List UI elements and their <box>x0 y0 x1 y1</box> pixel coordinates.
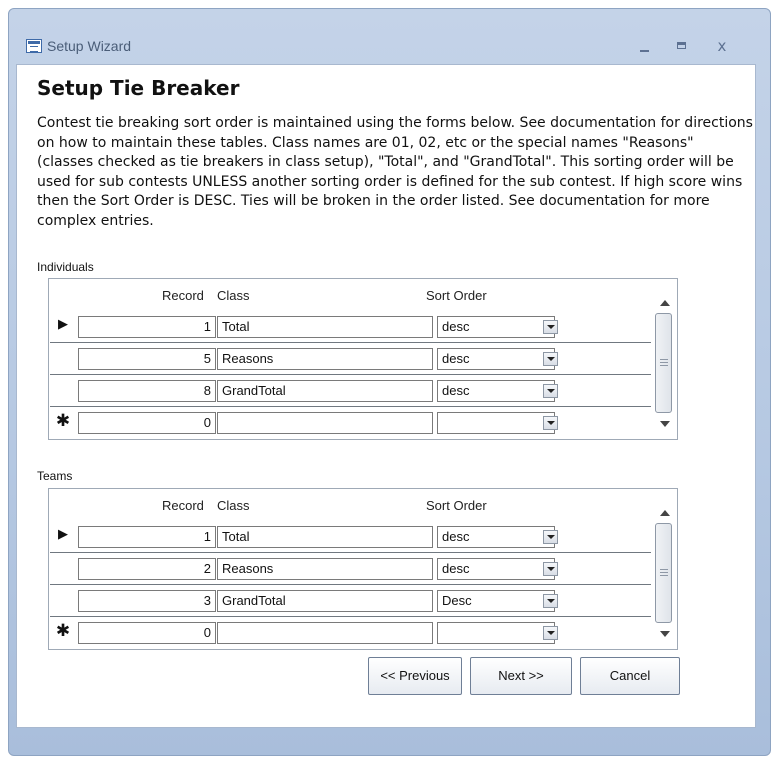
scroll-thumb[interactable] <box>655 313 672 413</box>
scroll-down-arrow-icon[interactable] <box>660 421 670 427</box>
class-field[interactable]: GrandTotal <box>217 380 433 402</box>
class-field[interactable]: Reasons <box>217 348 433 370</box>
individuals-grid: Record Class Sort Order ▶ 1 Total desc 5… <box>48 278 678 440</box>
record-field[interactable]: 2 <box>78 558 216 580</box>
teams-label: Teams <box>37 469 73 483</box>
record-field[interactable]: 1 <box>78 526 216 548</box>
dropdown-arrow-icon[interactable] <box>543 530 558 544</box>
instructions-text: Contest tie breaking sort order is maint… <box>37 115 753 229</box>
cancel-button[interactable]: Cancel <box>580 657 680 695</box>
class-field[interactable]: Total <box>217 526 433 548</box>
class-column-header: Class <box>217 498 250 513</box>
close-button[interactable]: x <box>710 36 734 56</box>
record-selector[interactable] <box>50 375 76 407</box>
sort-order-combo[interactable]: desc <box>437 380 555 402</box>
sort-order-combo[interactable]: desc <box>437 558 555 580</box>
table-row[interactable]: 2 Reasons desc <box>50 553 651 585</box>
new-record-asterisk-icon[interactable]: ✱ <box>50 617 76 649</box>
record-field[interactable]: 3 <box>78 590 216 612</box>
scroll-up-arrow-icon[interactable] <box>660 300 670 306</box>
record-field[interactable]: 0 <box>78 412 216 434</box>
teams-scrollbar[interactable] <box>652 489 678 649</box>
sort-order-combo[interactable] <box>437 412 555 434</box>
dropdown-arrow-icon[interactable] <box>543 626 558 640</box>
record-selector[interactable] <box>50 585 76 617</box>
table-row[interactable]: 5 Reasons desc <box>50 343 651 375</box>
scroll-up-arrow-icon[interactable] <box>660 510 670 516</box>
table-row[interactable]: 3 GrandTotal Desc <box>50 585 651 617</box>
dropdown-arrow-icon[interactable] <box>543 416 558 430</box>
form-icon <box>26 39 42 53</box>
dropdown-arrow-icon[interactable] <box>543 384 558 398</box>
dropdown-arrow-icon[interactable] <box>543 320 558 334</box>
sort-order-combo[interactable]: desc <box>437 348 555 370</box>
minimize-button[interactable] <box>633 36 657 56</box>
table-row[interactable]: ▶ 1 Total desc <box>50 521 651 553</box>
maximize-button[interactable] <box>670 36 694 56</box>
page-heading: Setup Tie Breaker <box>37 76 240 100</box>
class-field[interactable]: Reasons <box>217 558 433 580</box>
current-record-selector-icon[interactable]: ▶ <box>50 311 76 343</box>
record-selector[interactable] <box>50 553 76 585</box>
new-record-row[interactable]: ✱ 0 <box>50 617 651 649</box>
sort-order-combo[interactable] <box>437 622 555 644</box>
scroll-thumb[interactable] <box>655 523 672 623</box>
class-field[interactable] <box>217 412 433 434</box>
record-selector[interactable] <box>50 343 76 375</box>
individuals-scrollbar[interactable] <box>652 279 678 439</box>
sort-order-combo[interactable]: desc <box>437 316 555 338</box>
window-title: Setup Wizard <box>47 38 132 54</box>
record-column-header: Record <box>162 498 204 513</box>
class-field[interactable]: GrandTotal <box>217 590 433 612</box>
class-field[interactable]: Total <box>217 316 433 338</box>
new-record-asterisk-icon[interactable]: ✱ <box>50 407 76 439</box>
dropdown-arrow-icon[interactable] <box>543 352 558 366</box>
sort-order-column-header: Sort Order <box>426 498 487 513</box>
sort-order-combo[interactable]: desc <box>437 526 555 548</box>
class-field[interactable] <box>217 622 433 644</box>
dropdown-arrow-icon[interactable] <box>543 562 558 576</box>
new-record-row[interactable]: ✱ 0 <box>50 407 651 439</box>
sort-order-column-header: Sort Order <box>426 288 487 303</box>
record-column-header: Record <box>162 288 204 303</box>
scroll-down-arrow-icon[interactable] <box>660 631 670 637</box>
table-row[interactable]: ▶ 1 Total desc <box>50 311 651 343</box>
next-button[interactable]: Next >> <box>470 657 572 695</box>
dropdown-arrow-icon[interactable] <box>543 594 558 608</box>
individuals-label: Individuals <box>37 260 94 274</box>
teams-grid: Record Class Sort Order ▶ 1 Total desc 2… <box>48 488 678 650</box>
sort-order-combo[interactable]: Desc <box>437 590 555 612</box>
current-record-selector-icon[interactable]: ▶ <box>50 521 76 553</box>
record-field[interactable]: 8 <box>78 380 216 402</box>
class-column-header: Class <box>217 288 250 303</box>
table-row[interactable]: 8 GrandTotal desc <box>50 375 651 407</box>
record-field[interactable]: 1 <box>78 316 216 338</box>
record-field[interactable]: 5 <box>78 348 216 370</box>
previous-button[interactable]: << Previous <box>368 657 462 695</box>
record-field[interactable]: 0 <box>78 622 216 644</box>
